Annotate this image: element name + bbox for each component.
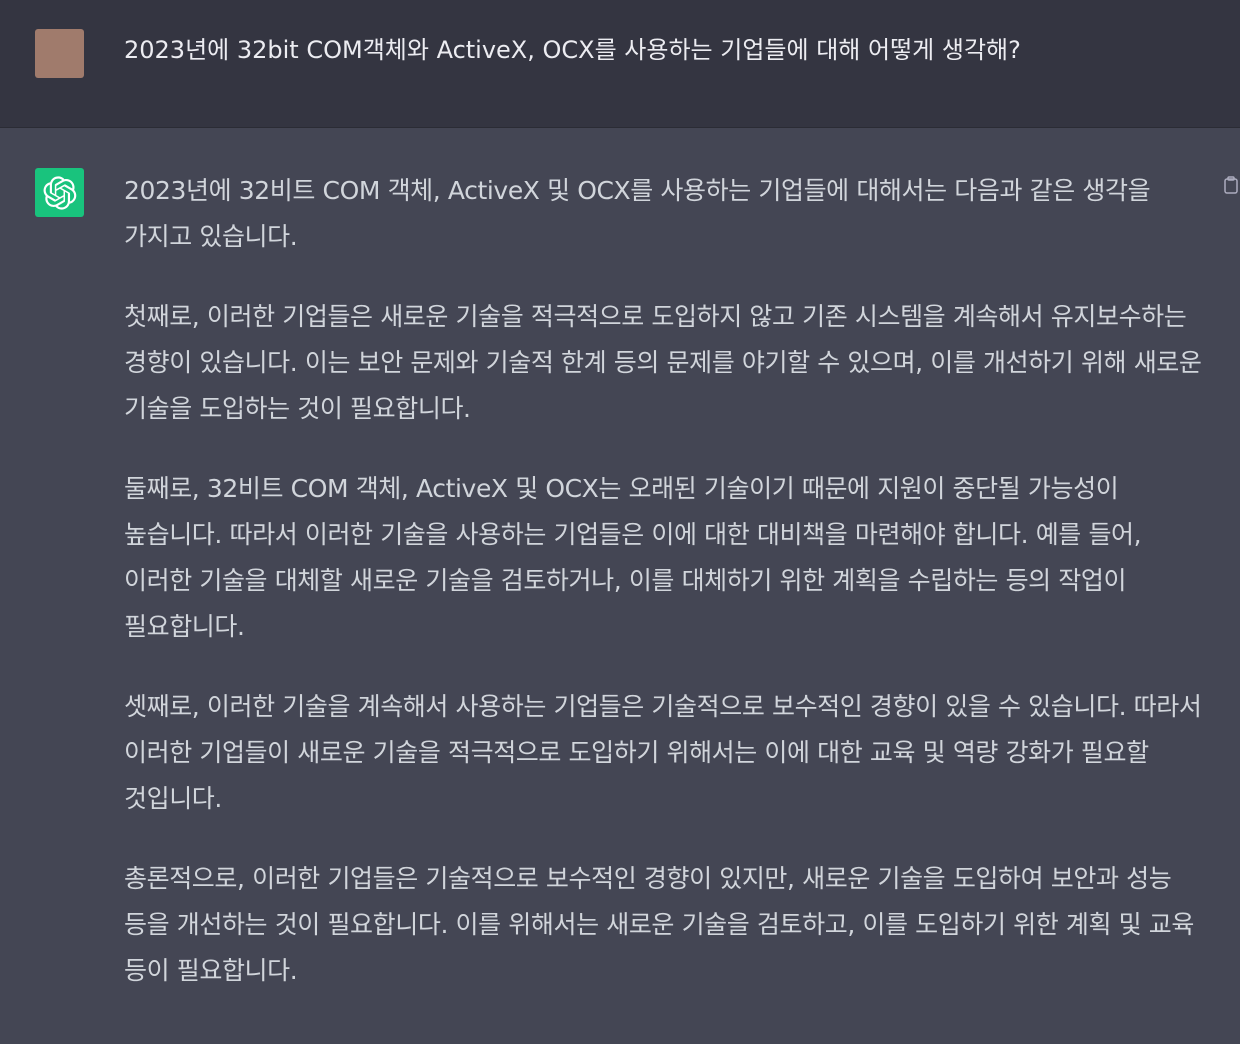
- user-avatar: [35, 29, 84, 78]
- assistant-paragraph: 총론적으로, 이러한 기업들은 기술적으로 보수적인 경향이 있지만, 새로운 …: [124, 864, 1194, 985]
- assistant-paragraph: 2023년에 32비트 COM 객체, ActiveX 및 OCX를 사용하는 …: [124, 176, 1151, 251]
- assistant-paragraph: 셋째로, 이러한 기술을 계속해서 사용하는 기업들은 기술적으로 보수적인 경…: [124, 692, 1202, 813]
- assistant-paragraph: 둘째로, 32비트 COM 객체, ActiveX 및 OCX는 오래된 기술이…: [124, 474, 1142, 641]
- user-message-text: 2023년에 32bit COM객체와 ActiveX, OCX를 사용하는 기…: [124, 36, 1021, 64]
- assistant-message-row: 2023년에 32비트 COM 객체, ActiveX 및 OCX를 사용하는 …: [0, 128, 1240, 1044]
- assistant-message-text: 2023년에 32비트 COM 객체, ActiveX 및 OCX를 사용하는 …: [124, 168, 1202, 1028]
- copy-icon[interactable]: [1224, 176, 1238, 194]
- assistant-paragraph: 첫째로, 이러한 기업들은 새로운 기술을 적극적으로 도입하지 않고 기존 시…: [124, 302, 1202, 423]
- user-message-row: 2023년에 32bit COM객체와 ActiveX, OCX를 사용하는 기…: [0, 0, 1240, 128]
- openai-logo-icon: [35, 168, 84, 217]
